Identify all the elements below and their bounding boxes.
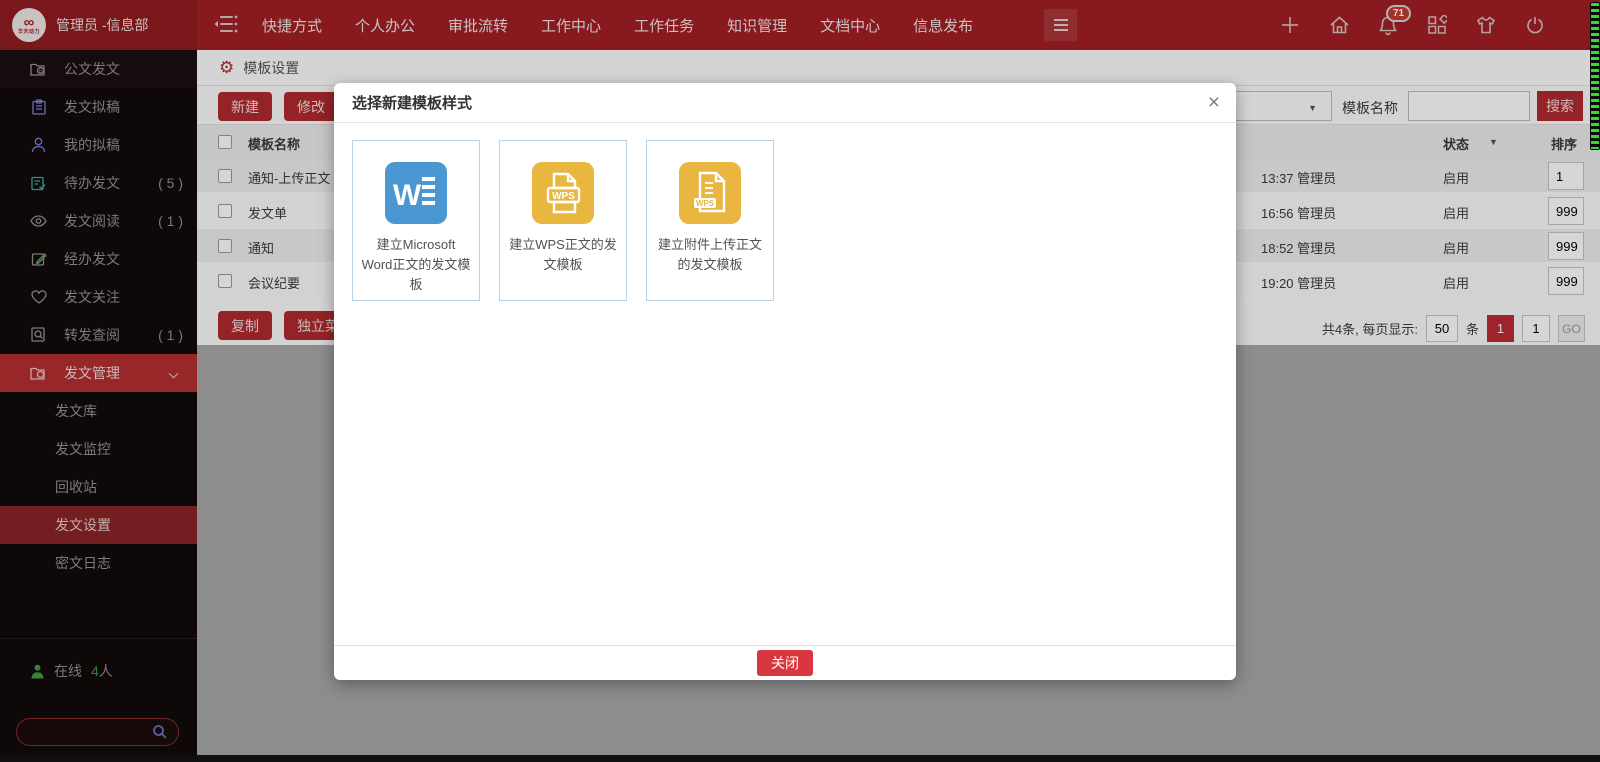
svg-text:WPS: WPS	[552, 191, 575, 202]
template-card-attachment[interactable]: WPS 建立附件上传正文的发文模板	[646, 140, 774, 301]
template-card-label: 建立WPS正文的发文模板	[500, 235, 626, 275]
word-icon: W	[385, 162, 447, 224]
template-card-word[interactable]: W 建立Microsoft Word正文的发文模板	[352, 140, 480, 301]
close-icon[interactable]: ×	[1208, 92, 1220, 113]
wps-file-icon: WPS	[532, 162, 594, 224]
template-card-label: 建立Microsoft Word正文的发文模板	[353, 235, 479, 295]
close-button[interactable]: 关闭	[757, 650, 813, 676]
modal-footer: 关闭	[334, 645, 1236, 680]
modal-title: 选择新建模板样式	[352, 92, 472, 113]
modal-header: 选择新建模板样式 ×	[334, 83, 1236, 123]
svg-text:W: W	[393, 179, 422, 212]
template-style-modal: 选择新建模板样式 × W 建立Microsoft Word正文的发文模板	[334, 83, 1236, 680]
wps-attachment-icon: WPS	[679, 162, 741, 224]
svg-text:WPS: WPS	[696, 199, 715, 208]
template-card-wps[interactable]: WPS 建立WPS正文的发文模板	[499, 140, 627, 301]
vertical-scrollbar-thumb[interactable]	[1590, 2, 1600, 150]
modal-body: W 建立Microsoft Word正文的发文模板 WPS 建立WPS正文的发文…	[334, 123, 1236, 645]
template-card-label: 建立附件上传正文的发文模板	[647, 235, 773, 275]
